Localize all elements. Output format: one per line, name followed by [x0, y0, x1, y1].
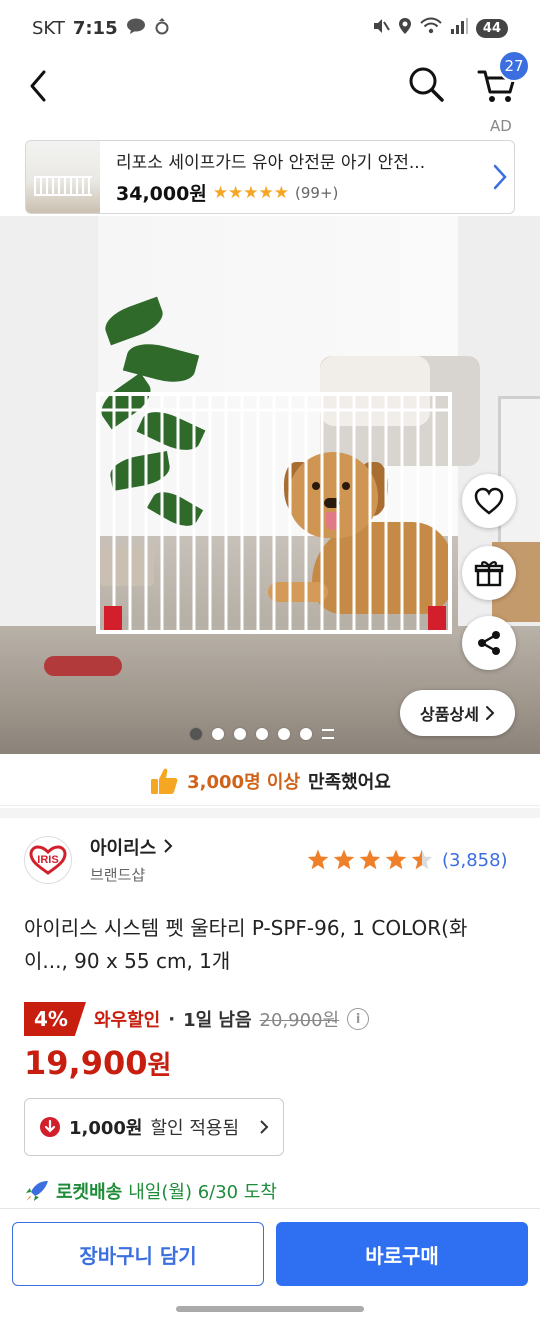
gift-button[interactable]: [462, 546, 516, 600]
delivery-date: 내일(월) 6/30 도착: [128, 1182, 277, 1203]
ad-banner[interactable]: 리포소 세이프가드 유아 안전문 아기 안전... 34,000원 ★★★★★ …: [25, 140, 515, 214]
brand-name-link[interactable]: 아이리스: [90, 834, 173, 860]
discount-row: 4% 와우할인 · 1일 남음 20,900원 i: [24, 1002, 370, 1036]
gallery-dot[interactable]: [256, 728, 268, 740]
brand-row: IRIS 아이리스 브랜드샵 (3,858): [0, 830, 540, 890]
ad-review-count: (99+): [295, 183, 339, 202]
sale-price-unit: 원: [147, 1051, 172, 1081]
ad-label: AD: [490, 117, 512, 135]
coupon-amount: 1,000원: [69, 1118, 143, 1139]
rocket-delivery-label: 로켓배송: [56, 1182, 123, 1203]
dog-toy: [44, 656, 122, 676]
mute-icon: [372, 17, 390, 39]
share-button[interactable]: [462, 616, 516, 670]
product-title: 아이리스 시스템 펫 울타리 P-SPF-96, 1 COLOR(화이..., …: [24, 916, 468, 973]
brand-name: 아이리스: [90, 838, 157, 859]
back-arrow-icon: [30, 70, 46, 102]
gallery-pagination: [190, 728, 334, 740]
battery-indicator: 44: [475, 18, 508, 38]
svg-text:IRIS: IRIS: [37, 854, 58, 866]
top-header: [0, 56, 540, 116]
brand-logo[interactable]: IRIS: [24, 836, 72, 884]
search-icon: [409, 67, 444, 102]
gallery-dot[interactable]: [190, 728, 202, 740]
chevron-right-icon: [163, 839, 172, 853]
buy-now-button[interactable]: 바로구매: [276, 1222, 528, 1286]
wow-discount-label: 와우할인: [93, 1010, 161, 1031]
satisfaction-text: 만족했어요: [308, 771, 391, 793]
iris-logo-icon: IRIS: [29, 845, 67, 875]
down-arrow-coupon-icon: [40, 1117, 60, 1137]
sale-price-number: 19,900: [24, 1044, 148, 1082]
sale-price: 19,900원: [24, 1044, 171, 1082]
coupon-button[interactable]: 1,000원 할인 적용됨: [24, 1098, 284, 1156]
carrier-name: SKT: [32, 17, 65, 39]
review-count: (3,858): [442, 849, 508, 871]
discount-badge: 4%: [24, 1002, 86, 1036]
gallery-dot[interactable]: [212, 728, 224, 740]
gift-icon: [474, 561, 504, 587]
gallery-dot[interactable]: [300, 728, 312, 740]
product-detail-label: 상품상세: [420, 705, 479, 724]
ad-title: 리포소 세이프가드 유아 안전문 아기 안전...: [116, 153, 426, 173]
heart-icon: [474, 487, 504, 515]
status-bar: SKT 7:15 44: [0, 0, 540, 56]
gallery-more-indicator: [322, 729, 334, 739]
ad-thumbnail: [26, 141, 100, 213]
chevron-right-icon: [486, 163, 514, 191]
ad-price: 34,000원: [116, 183, 207, 205]
separator-dot: ·: [168, 1008, 176, 1030]
thumbs-up-icon: [151, 768, 178, 794]
product-image-gallery[interactable]: 상품상세: [0, 216, 540, 754]
location-icon: [398, 17, 412, 39]
info-icon[interactable]: i: [347, 1008, 370, 1030]
star-half-icon: [411, 849, 433, 870]
chevron-right-icon: [485, 706, 495, 720]
star-full-icon: [307, 849, 329, 870]
status-time: 7:15: [72, 17, 118, 39]
rocket-icon: [26, 1181, 48, 1201]
gallery-dot[interactable]: [278, 728, 290, 740]
search-button[interactable]: [404, 62, 448, 106]
add-to-cart-button[interactable]: 장바구니 담기: [12, 1222, 264, 1286]
product-rating[interactable]: (3,858): [306, 848, 508, 872]
star-full-icon: [385, 849, 407, 870]
share-icon: [478, 631, 500, 655]
signal-icon: [450, 17, 468, 39]
bottom-action-bar: 장바구니 담기 바로구매: [0, 1208, 540, 1298]
back-button[interactable]: [18, 62, 58, 106]
section-divider: [0, 808, 540, 818]
talk-icon: [126, 18, 146, 38]
chevron-right-icon: [260, 1120, 269, 1134]
days-left: 1일 남음: [183, 1010, 252, 1031]
wifi-icon: [420, 17, 442, 39]
cart-count-badge: 27: [498, 50, 530, 82]
wishlist-button[interactable]: [462, 474, 516, 528]
home-indicator[interactable]: [176, 1306, 364, 1312]
pet-gate-photo: [96, 392, 452, 634]
satisfaction-count: 3,000명 이상: [187, 771, 301, 793]
gallery-dot[interactable]: [234, 728, 246, 740]
rating-stars: [306, 848, 436, 872]
ad-rating-stars: ★★★★★: [212, 182, 290, 203]
star-full-icon: [333, 849, 355, 870]
original-price: 20,900원: [259, 1010, 340, 1031]
product-detail-button[interactable]: 상품상세: [400, 690, 515, 736]
delivery-info: 로켓배송 내일(월) 6/30 도착: [24, 1178, 277, 1204]
brand-shop-label: 브랜드샵: [90, 866, 146, 884]
ring-icon: [154, 17, 170, 39]
star-full-icon: [359, 849, 381, 870]
coupon-text: 할인 적용됨: [150, 1118, 240, 1139]
satisfaction-banner: 3,000명 이상 만족했어요: [0, 756, 540, 806]
